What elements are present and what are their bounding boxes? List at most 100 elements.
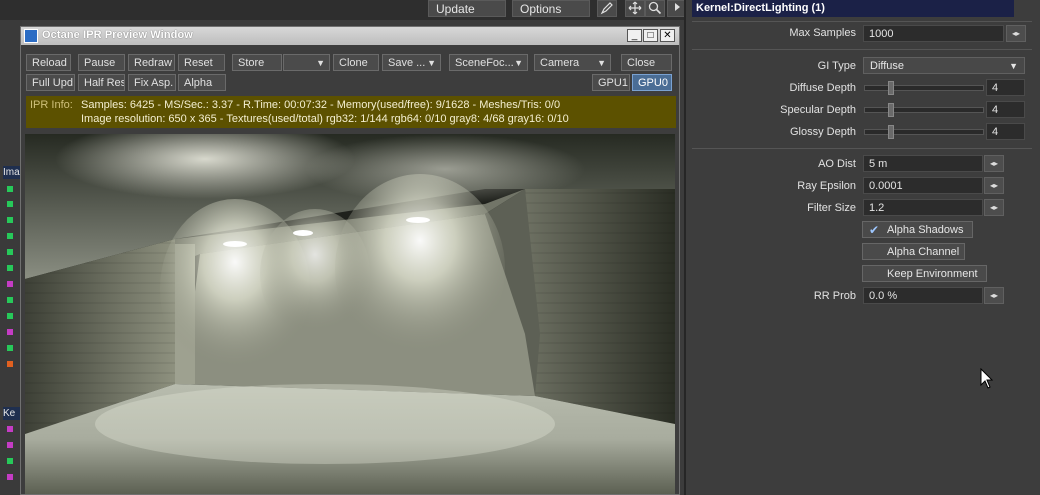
strip-item[interactable] bbox=[7, 297, 13, 303]
alpha-channel-toggle[interactable]: Alpha Channel bbox=[862, 243, 965, 260]
ray-epsilon-input[interactable]: 0.0001 bbox=[863, 177, 983, 194]
keep-environment-toggle[interactable]: Keep Environment bbox=[862, 265, 987, 282]
strip-item[interactable] bbox=[7, 426, 13, 432]
filter-size-input[interactable]: 1.2 bbox=[863, 199, 983, 216]
reset-button[interactable]: Reset bbox=[178, 54, 225, 71]
minimize-icon[interactable]: _ bbox=[627, 29, 642, 42]
rr-prob-input[interactable]: 0.0 % bbox=[863, 287, 983, 304]
pen-tool-icon[interactable] bbox=[597, 0, 617, 17]
render-viewport[interactable] bbox=[25, 134, 675, 494]
max-samples-input[interactable]: 1000 bbox=[863, 25, 1004, 42]
strip-item[interactable] bbox=[7, 474, 13, 480]
move-icon[interactable] bbox=[625, 0, 645, 17]
pause-button[interactable]: Pause bbox=[78, 54, 125, 71]
strip-item[interactable] bbox=[7, 217, 13, 223]
gpu1-button[interactable]: GPU1 bbox=[592, 74, 630, 91]
slider-handle[interactable] bbox=[888, 81, 894, 95]
max-samples-spinner[interactable]: ◂▸ bbox=[1006, 25, 1026, 42]
ray-epsilon-spinner[interactable]: ◂▸ bbox=[984, 177, 1004, 194]
fix-aspect-button[interactable]: Fix Asp. bbox=[128, 74, 176, 91]
slider-handle[interactable] bbox=[888, 103, 894, 117]
ipr-info-resolution: Image resolution: 650 x 365 - Textures(u… bbox=[81, 113, 569, 125]
redraw-button[interactable]: Redraw bbox=[128, 54, 175, 71]
ao-dist-input[interactable]: 5 m bbox=[863, 155, 983, 172]
strip-item[interactable] bbox=[7, 458, 13, 464]
save-label: Save ... bbox=[388, 57, 426, 69]
filter-size-label: Filter Size bbox=[807, 202, 856, 214]
ao-dist-label: AO Dist bbox=[818, 158, 856, 170]
octane-app-icon bbox=[24, 29, 38, 43]
strip-item[interactable] bbox=[7, 281, 13, 287]
glossy-depth-input[interactable]: 4 bbox=[986, 123, 1025, 140]
chevron-down-icon: ▼ bbox=[1009, 61, 1018, 71]
scene-focus-dropdown[interactable]: SceneFoc... ▼ bbox=[449, 54, 528, 71]
panel-title: Kernel:DirectLighting (1) bbox=[692, 0, 1014, 17]
host-left-strip: Ima Ke bbox=[0, 20, 22, 495]
gpu0-button[interactable]: GPU0 bbox=[632, 74, 672, 91]
alpha-button[interactable]: Alpha bbox=[178, 74, 226, 91]
chevron-down-icon: ▼ bbox=[316, 58, 325, 68]
checkmark-icon: ✔ bbox=[869, 223, 880, 237]
strip-item[interactable] bbox=[7, 186, 13, 192]
window-titlebar[interactable]: Octane IPR Preview Window _ □ ✕ bbox=[21, 27, 679, 45]
close-button[interactable]: Close bbox=[621, 54, 672, 71]
update-button[interactable]: Update bbox=[428, 0, 506, 17]
camera-dropdown[interactable]: Camera ▼ bbox=[534, 54, 611, 71]
filter-size-spinner[interactable]: ◂▸ bbox=[984, 199, 1004, 216]
gi-type-dropdown[interactable]: Diffuse ▼ bbox=[863, 57, 1025, 74]
ipr-info-stats: Samples: 6425 - MS/Sec.: 3.37 - R.Time: … bbox=[81, 99, 561, 111]
save-dropdown[interactable]: Save ... ▼ bbox=[382, 54, 441, 71]
full-update-button[interactable]: Full Upd. bbox=[26, 74, 75, 91]
specular-depth-label: Specular Depth bbox=[780, 104, 856, 116]
host-toolbar: Update Options bbox=[0, 0, 690, 20]
keep-environment-label: Keep Environment bbox=[887, 268, 978, 280]
alpha-channel-label: Alpha Channel bbox=[887, 246, 960, 258]
strip-item[interactable] bbox=[7, 249, 13, 255]
close-icon[interactable]: ✕ bbox=[660, 29, 675, 42]
gi-type-label: GI Type bbox=[817, 60, 856, 72]
ipr-preview-window[interactable]: Octane IPR Preview Window _ □ ✕ Reload P… bbox=[20, 26, 680, 495]
mouse-cursor-icon bbox=[980, 368, 994, 389]
chevron-down-icon: ▼ bbox=[427, 58, 436, 68]
specular-depth-input[interactable]: 4 bbox=[986, 101, 1025, 118]
alpha-shadows-label: Alpha Shadows bbox=[887, 224, 964, 236]
scene-focus-label: SceneFoc... bbox=[455, 57, 514, 69]
ipr-info-bar: IPR Info: Samples: 6425 - MS/Sec.: 3.37 … bbox=[26, 96, 676, 128]
clone-button[interactable]: Clone bbox=[333, 54, 379, 71]
rr-prob-spinner[interactable]: ◂▸ bbox=[984, 287, 1004, 304]
chevron-down-icon: ▼ bbox=[597, 58, 606, 68]
kernel-properties-panel: Kernel:DirectLighting (1) Max Samples 10… bbox=[684, 0, 1040, 495]
store-slot-dropdown[interactable]: ▼ bbox=[283, 54, 330, 71]
ray-epsilon-label: Ray Epsilon bbox=[797, 180, 856, 192]
strip-item[interactable] bbox=[7, 361, 13, 367]
rendered-image bbox=[25, 134, 675, 494]
strip-item[interactable] bbox=[7, 233, 13, 239]
strip-item[interactable] bbox=[7, 345, 13, 351]
divider bbox=[692, 49, 1032, 50]
glossy-depth-slider[interactable] bbox=[864, 125, 984, 139]
strip-item[interactable] bbox=[7, 329, 13, 335]
diffuse-depth-label: Diffuse Depth bbox=[789, 82, 856, 94]
zoom-icon[interactable] bbox=[645, 0, 665, 17]
slider-handle[interactable] bbox=[888, 125, 894, 139]
max-samples-label: Max Samples bbox=[789, 27, 856, 39]
strip-item[interactable] bbox=[7, 201, 13, 207]
diffuse-depth-input[interactable]: 4 bbox=[986, 79, 1025, 96]
divider bbox=[692, 148, 1032, 149]
ipr-info-label: IPR Info: bbox=[30, 99, 73, 111]
maximize-icon[interactable]: □ bbox=[643, 29, 658, 42]
ao-dist-spinner[interactable]: ◂▸ bbox=[984, 155, 1004, 172]
camera-label: Camera bbox=[540, 57, 580, 69]
store-button[interactable]: Store bbox=[232, 54, 282, 71]
strip-item[interactable] bbox=[7, 265, 13, 271]
alpha-shadows-toggle[interactable]: ✔ Alpha Shadows bbox=[862, 221, 973, 238]
half-res-button[interactable]: Half Res bbox=[78, 74, 125, 91]
strip-item[interactable] bbox=[7, 442, 13, 448]
specular-depth-slider[interactable] bbox=[864, 103, 984, 117]
options-button[interactable]: Options bbox=[512, 0, 590, 17]
chevron-down-icon: ▼ bbox=[514, 58, 523, 68]
strip-item[interactable] bbox=[7, 313, 13, 319]
diffuse-depth-slider[interactable] bbox=[864, 81, 984, 95]
divider bbox=[692, 21, 1032, 22]
reload-button[interactable]: Reload bbox=[26, 54, 71, 71]
